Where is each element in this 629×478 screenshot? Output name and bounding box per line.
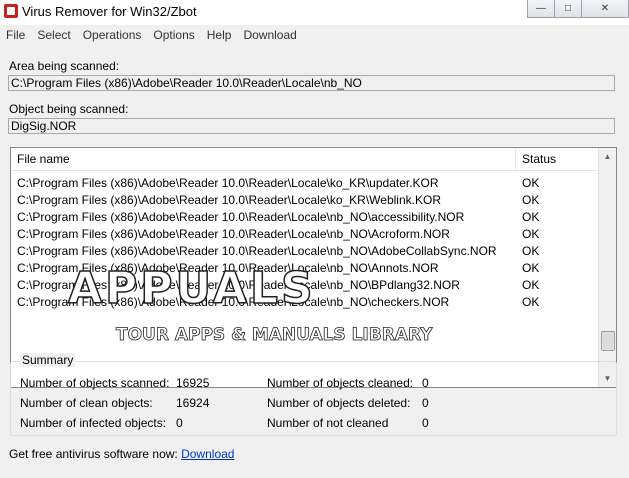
footer: Get free antivirus software now: Downloa… [9, 447, 234, 461]
menu-options[interactable]: Options [147, 28, 200, 42]
footer-text: Get free antivirus software now: [9, 447, 178, 461]
file-name-cell: C:\Program Files (x86)\Adobe\Reader 10.0… [17, 277, 460, 292]
objects-cleaned-label: Number of objects cleaned: [267, 376, 414, 390]
table-row[interactable]: C:\Program Files (x86)\Adobe\Reader 10.0… [11, 174, 599, 191]
objects-cleaned-value: 0 [422, 376, 429, 390]
objects-deleted-label: Number of objects deleted: [267, 396, 411, 410]
table-row[interactable]: C:\Program Files (x86)\Adobe\Reader 10.0… [11, 208, 599, 225]
menu-download[interactable]: Download [237, 28, 302, 42]
status-cell: OK [522, 192, 540, 207]
file-name-cell: C:\Program Files (x86)\Adobe\Reader 10.0… [17, 260, 439, 275]
menu-bar: File Select Operations Options Help Down… [0, 25, 629, 45]
infected-objects-value: 0 [176, 416, 183, 430]
file-list[interactable]: File name Status C:\Program Files (x86)\… [10, 147, 617, 388]
minimize-button[interactable]: — [527, 0, 555, 18]
clean-objects-label: Number of clean objects: [20, 396, 153, 410]
object-label: Object being scanned: [9, 102, 129, 116]
file-name-cell: C:\Program Files (x86)\Adobe\Reader 10.0… [17, 294, 450, 309]
objects-scanned-label: Number of objects scanned: [20, 376, 170, 390]
file-name-cell: C:\Program Files (x86)\Adobe\Reader 10.0… [17, 192, 441, 207]
table-row[interactable]: C:\Program Files (x86)\Adobe\Reader 10.0… [11, 242, 599, 259]
not-cleaned-label: Number of not cleaned [267, 416, 389, 430]
status-cell: OK [522, 175, 540, 190]
file-name-cell: C:\Program Files (x86)\Adobe\Reader 10.0… [17, 209, 465, 224]
status-cell: OK [522, 277, 540, 292]
area-field: C:\Program Files (x86)\Adobe\Reader 10.0… [8, 75, 615, 91]
maximize-button[interactable]: □ [554, 0, 582, 18]
status-cell: OK [522, 294, 540, 309]
status-cell: OK [522, 243, 540, 258]
status-cell: OK [522, 260, 540, 275]
status-cell: OK [522, 209, 540, 224]
table-row[interactable]: C:\Program Files (x86)\Adobe\Reader 10.0… [11, 225, 599, 242]
column-header-status[interactable]: Status [516, 148, 599, 170]
status-cell: OK [522, 226, 540, 241]
summary-title: Summary [20, 353, 76, 367]
clean-objects-value: 16924 [176, 396, 210, 410]
table-row[interactable]: C:\Program Files (x86)\Adobe\Reader 10.0… [11, 259, 599, 276]
table-row[interactable]: C:\Program Files (x86)\Adobe\Reader 10.0… [11, 293, 599, 310]
title-bar: Virus Remover for Win32/Zbot — □ ✕ [0, 0, 629, 24]
menu-file[interactable]: File [0, 28, 31, 42]
window-title: Virus Remover for Win32/Zbot [22, 4, 197, 19]
objects-deleted-value: 0 [422, 396, 429, 410]
not-cleaned-value: 0 [422, 416, 429, 430]
object-field: DigSig.NOR [8, 118, 615, 134]
menu-operations[interactable]: Operations [77, 28, 148, 42]
scroll-up-icon[interactable]: ▲ [599, 148, 616, 165]
file-list-header: File name Status [11, 148, 599, 171]
download-link[interactable]: Download [181, 447, 234, 461]
table-row[interactable]: C:\Program Files (x86)\Adobe\Reader 10.0… [11, 191, 599, 208]
app-icon [4, 4, 18, 18]
file-name-cell: C:\Program Files (x86)\Adobe\Reader 10.0… [17, 175, 439, 190]
vertical-scrollbar[interactable]: ▲ ▼ [598, 148, 616, 387]
objects-scanned-value: 16925 [176, 376, 210, 390]
infected-objects-label: Number of infected objects: [20, 416, 167, 430]
file-list-rows: C:\Program Files (x86)\Adobe\Reader 10.0… [11, 174, 599, 310]
table-row[interactable]: C:\Program Files (x86)\Adobe\Reader 10.0… [11, 276, 599, 293]
file-name-cell: C:\Program Files (x86)\Adobe\Reader 10.0… [17, 243, 497, 258]
menu-select[interactable]: Select [31, 28, 76, 42]
file-name-cell: C:\Program Files (x86)\Adobe\Reader 10.0… [17, 226, 450, 241]
area-label: Area being scanned: [9, 59, 120, 73]
close-button[interactable]: ✕ [581, 0, 629, 18]
column-header-file-name[interactable]: File name [11, 148, 516, 170]
scroll-thumb[interactable] [601, 331, 615, 351]
menu-help[interactable]: Help [201, 28, 238, 42]
